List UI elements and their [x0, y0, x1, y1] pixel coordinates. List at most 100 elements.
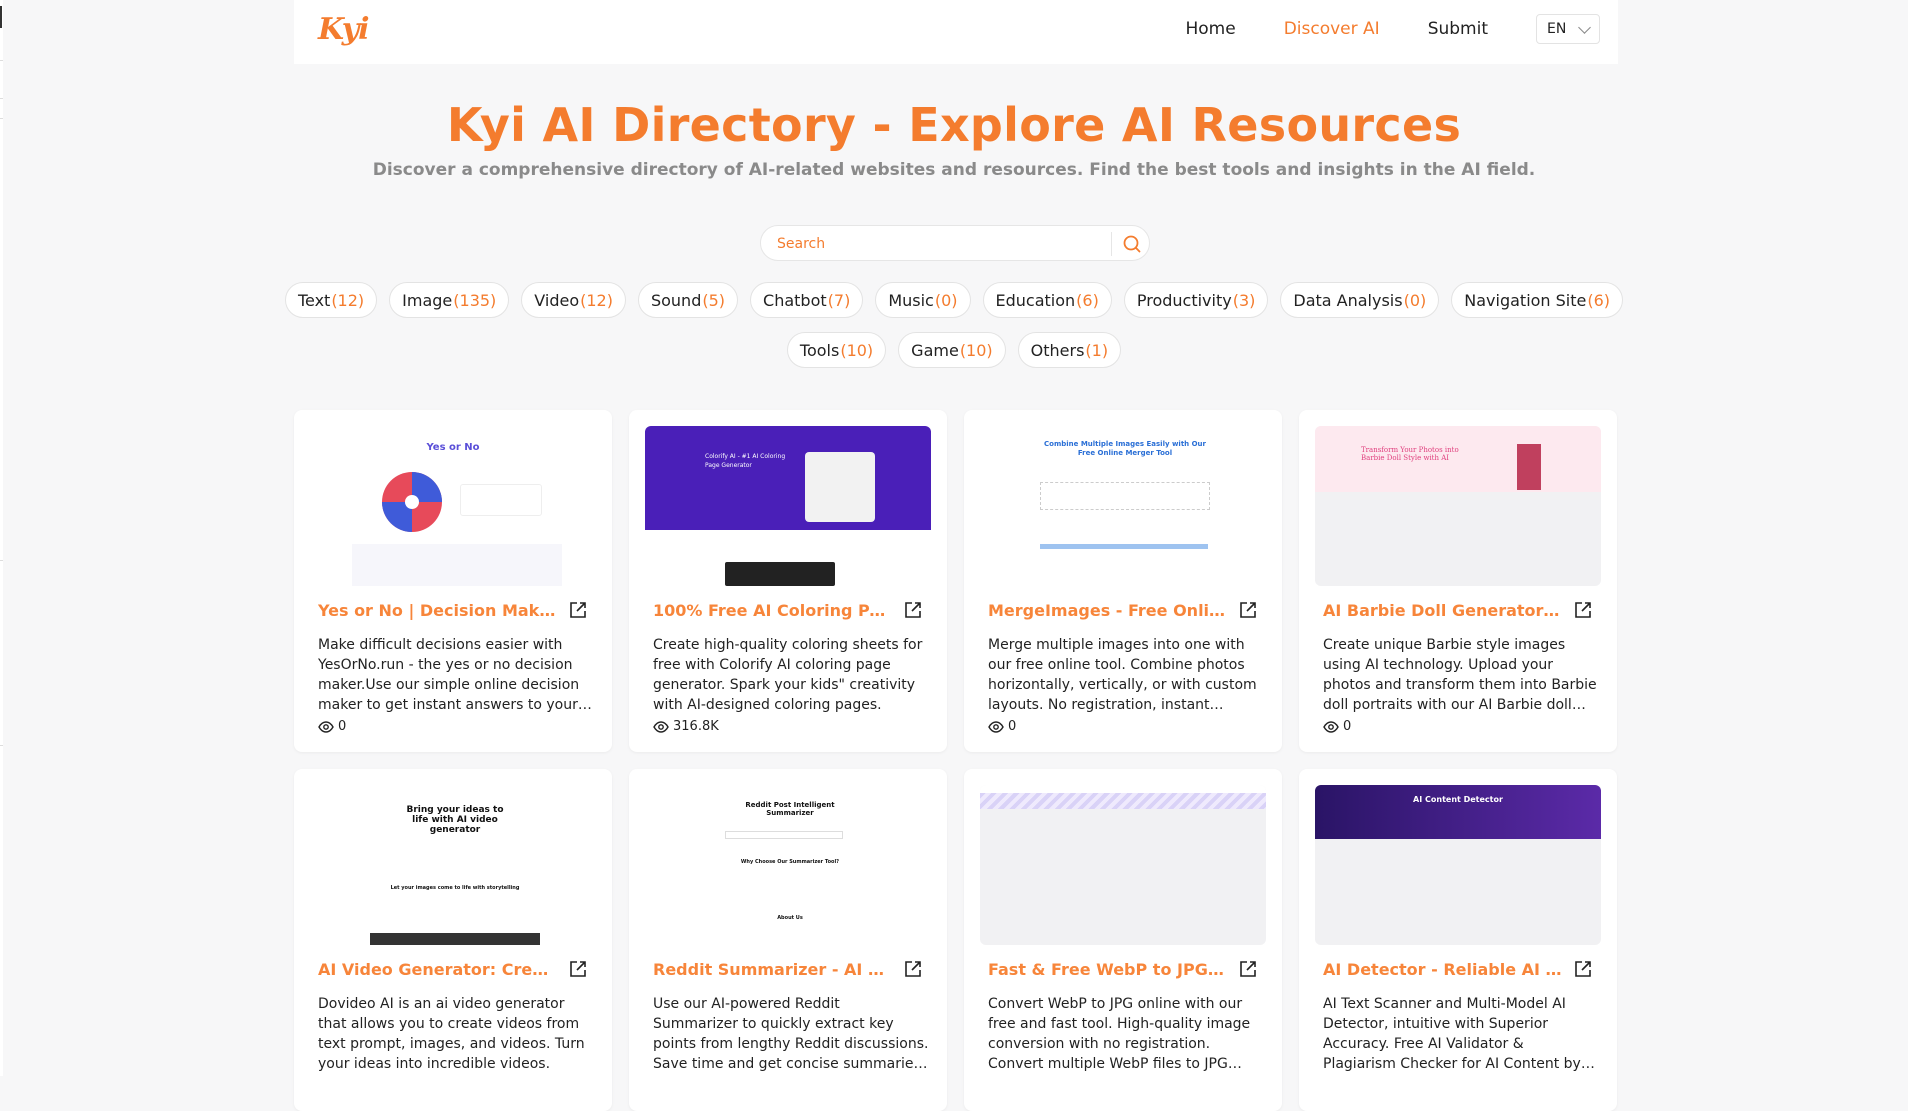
view-count: 0 [1323, 719, 1351, 734]
category-tools[interactable]: Tools (10) [786, 332, 887, 368]
card-title[interactable]: 100% Free AI Coloring Page Generator [653, 601, 893, 620]
category-video[interactable]: Video (12) [521, 282, 626, 318]
category-label: Chatbot [763, 290, 827, 310]
card-title[interactable]: Reddit Summarizer - AI Powered [653, 960, 893, 979]
category-row-1: Text (12) Image (135) Video (12) Sound (5) C… [0, 282, 1908, 318]
card-description: AI Text Scanner and Multi-Model AI Detec… [1323, 996, 1581, 1072]
category-count: (6) [1076, 290, 1099, 310]
category-label: Education [995, 290, 1076, 310]
external-link-icon[interactable] [568, 959, 588, 979]
main-nav: Home Discover AI Submit EN [1186, 14, 1600, 44]
card-description: Make difficult decisions easier with Yes… [318, 637, 580, 713]
category-others[interactable]: Others (1) [1017, 332, 1122, 368]
category-sound[interactable]: Sound (5) [637, 282, 739, 318]
page-subtitle: Discover a comprehensive directory of AI… [372, 160, 1536, 180]
top-header: Kyi Home Discover AI Submit EN [294, 0, 1618, 64]
card-thumbnail: AI Content Detector [1315, 785, 1601, 945]
category-label: Productivity [1136, 290, 1232, 310]
chevron-down-icon [1578, 20, 1591, 34]
category-count: (135) [453, 290, 497, 310]
thumb-button [1040, 544, 1208, 549]
thumb-video-strip [370, 933, 540, 945]
card-thumbnail [980, 785, 1266, 945]
tool-card[interactable]: Fast & Free WebP to JPG Converter Conver… [964, 769, 1282, 1111]
view-count-value: 0 [1008, 719, 1017, 734]
thumb-subheading: Why Choose Our Summarizer Tool? [740, 859, 840, 865]
eye-icon [1323, 720, 1339, 733]
thumb-dropzone [1040, 482, 1210, 510]
thumb-heading: Transform Your Photos into Barbie Doll S… [1361, 446, 1459, 462]
thumb-heading: Colorify AI - #1 AI Coloring Page Genera… [705, 453, 786, 469]
external-link-icon[interactable] [903, 600, 923, 620]
card-thumbnail: Yes or No [310, 426, 596, 586]
thumb-input [725, 831, 843, 839]
category-image[interactable]: Image (135) [389, 282, 510, 318]
nav-discover-ai[interactable]: Discover AI [1284, 19, 1380, 39]
view-count: 0 [318, 719, 346, 734]
category-count: (6) [1587, 290, 1611, 310]
card-title[interactable]: AI Barbie Doll Generator - Create [1323, 601, 1563, 620]
tool-card[interactable]: Combine Multiple Images Easily with Our … [964, 410, 1282, 752]
card-title[interactable]: AI Video Generator: Create Videos [318, 960, 558, 979]
external-link-icon[interactable] [568, 600, 588, 620]
thumb-heading: Bring your ideas to life with AI video g… [406, 805, 504, 835]
category-count: (0) [1403, 290, 1427, 310]
card-description: Use our AI-powered Reddit Summarizer to … [653, 996, 929, 1072]
category-data-analysis[interactable]: Data Analysis (0) [1280, 282, 1440, 318]
card-title[interactable]: Fast & Free WebP to JPG Converter [988, 960, 1228, 979]
eye-icon [653, 720, 669, 733]
category-label: Video [534, 290, 580, 310]
category-count: (0) [934, 290, 958, 310]
thumb-heading: Reddit Post Intelligent Summarizer [745, 801, 835, 817]
search-icon[interactable] [1120, 232, 1144, 256]
logo[interactable]: Kyi [318, 12, 370, 47]
card-description: Create unique Barbie style images using … [1323, 637, 1597, 713]
category-count: (12) [580, 290, 613, 310]
category-count: (3) [1232, 290, 1256, 310]
external-link-icon[interactable] [1573, 600, 1593, 620]
category-music[interactable]: Music (0) [875, 282, 971, 318]
external-link-icon[interactable] [1573, 959, 1593, 979]
category-label: Navigation Site [1464, 290, 1587, 310]
tool-card[interactable]: Reddit Post Intelligent Summarizer Why C… [629, 769, 947, 1111]
nav-home[interactable]: Home [1186, 19, 1236, 39]
category-row-2: Tools (10) Game (10) Others (1) [0, 332, 1908, 368]
eye-icon [988, 720, 1004, 733]
tool-card[interactable]: Bring your ideas to life with AI video g… [294, 769, 612, 1111]
edge-mark [0, 745, 3, 746]
nav-submit[interactable]: Submit [1428, 19, 1488, 39]
category-label: Text [297, 290, 331, 310]
edge-mark [0, 60, 3, 61]
category-label: Game [911, 340, 959, 360]
edge-mark [0, 560, 3, 561]
card-description: Dovideo AI is an ai video generator that… [318, 996, 585, 1072]
card-title[interactable]: Yes or No | Decision Making Tool [318, 601, 558, 620]
category-text[interactable]: Text (12) [284, 282, 378, 318]
category-productivity[interactable]: Productivity (3) [1123, 282, 1269, 318]
language-select[interactable]: EN [1536, 14, 1600, 44]
card-title[interactable]: MergeImages - Free Online Tool [988, 601, 1228, 620]
tool-card[interactable]: Transform Your Photos into Barbie Doll S… [1299, 410, 1617, 752]
card-description: Merge multiple images into one with our … [988, 637, 1257, 713]
tool-card[interactable]: Yes or No Yes or No | Decision Making To… [294, 410, 612, 752]
category-navigation-site[interactable]: Navigation Site (6) [1451, 282, 1624, 318]
thumb-heading: AI Content Detector [1413, 795, 1503, 804]
search-input[interactable] [775, 232, 1099, 256]
thumb-heading: Yes or No [426, 442, 480, 453]
tool-card[interactable]: AI Content Detector AI Detector - Reliab… [1299, 769, 1617, 1111]
card-description: Create high-quality coloring sheets for … [653, 637, 923, 713]
external-link-icon[interactable] [903, 959, 923, 979]
category-label: Tools [799, 340, 840, 360]
external-link-icon[interactable] [1238, 959, 1258, 979]
category-education[interactable]: Education (6) [982, 282, 1112, 318]
category-chatbot[interactable]: Chatbot (7) [750, 282, 864, 318]
external-link-icon[interactable] [1238, 600, 1258, 620]
category-label: Others [1030, 340, 1085, 360]
card-title[interactable]: AI Detector - Reliable AI Checker [1323, 960, 1563, 979]
card-thumbnail: Bring your ideas to life with AI video g… [310, 785, 596, 945]
tool-card[interactable]: Colorify AI - #1 AI Coloring Page Genera… [629, 410, 947, 752]
card-description: Convert WebP to JPG online with our free… [988, 996, 1251, 1072]
view-count: 316.8K [653, 719, 719, 734]
category-game[interactable]: Game (10) [898, 332, 1006, 368]
view-count-value: 316.8K [673, 719, 719, 734]
